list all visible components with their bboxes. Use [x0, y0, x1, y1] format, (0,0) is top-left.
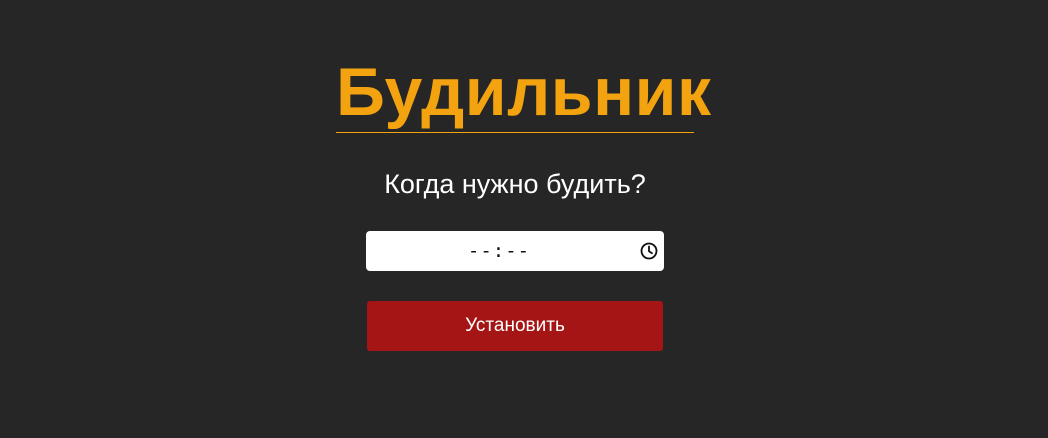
page-title: Будильник — [336, 52, 711, 133]
clock-icon[interactable] — [639, 241, 659, 261]
time-input-value: --:-- — [467, 240, 531, 262]
clock-icon-graphic — [640, 242, 658, 260]
set-alarm-button[interactable]: Установить — [367, 301, 663, 351]
alarm-question-label: Когда нужно будить? — [384, 169, 646, 199]
time-input[interactable]: --:-- — [366, 231, 664, 271]
alarm-app: Будильник Когда нужно будить? --:-- Уста… — [0, 0, 1048, 438]
